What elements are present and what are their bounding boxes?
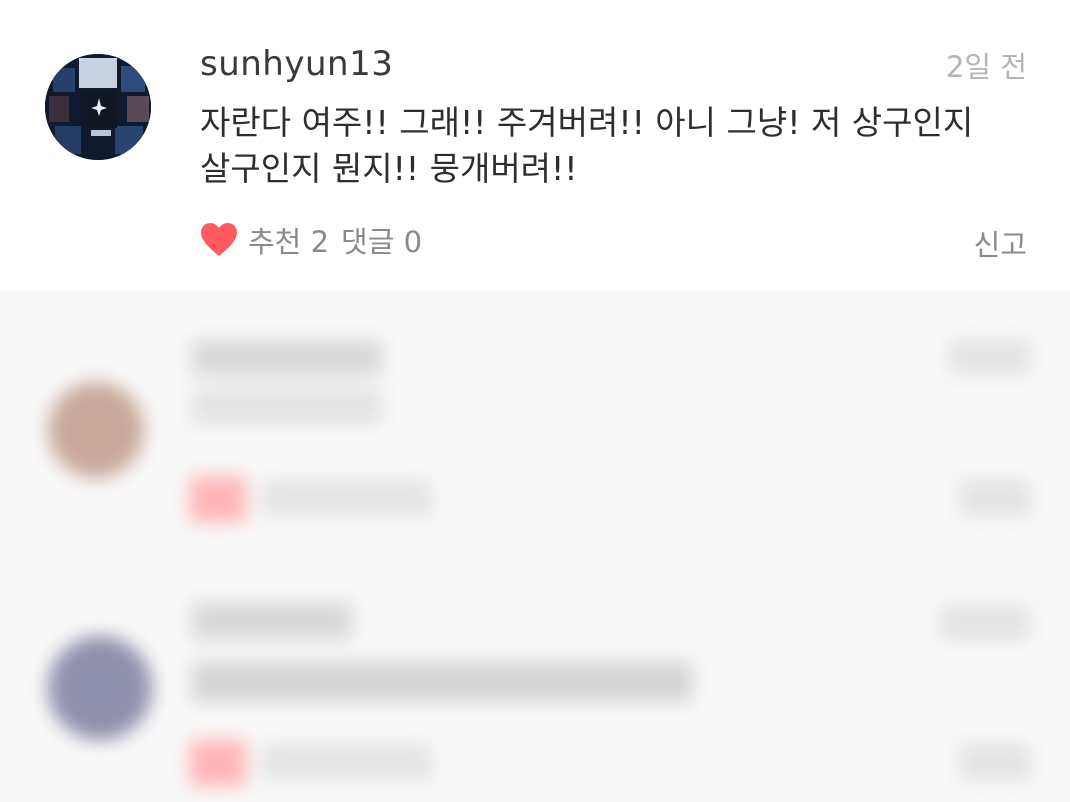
blurred-username <box>192 340 382 376</box>
blurred-heart <box>190 476 246 522</box>
blurred-content <box>0 290 1070 802</box>
blurred-timestamp <box>940 606 1030 640</box>
avatar-image <box>45 54 151 160</box>
comment-item: sunhyun13 2일 전 자란다 여주!! 그래!! 주겨버려!! 아니 그… <box>0 0 1070 290</box>
blurred-report <box>960 744 1030 780</box>
blurred-report <box>960 480 1030 516</box>
timestamp: 2일 전 <box>945 50 1027 84</box>
blurred-meta <box>262 744 432 780</box>
like-count[interactable]: 추천 2 <box>248 219 329 261</box>
blurred-timestamp <box>950 340 1030 374</box>
report-button[interactable]: 신고 <box>974 222 1027 264</box>
blurred-text-line <box>192 662 692 702</box>
blurred-meta <box>262 480 432 516</box>
blurred-username <box>192 602 352 640</box>
blurred-heart <box>190 740 246 786</box>
blurred-avatar <box>48 636 152 740</box>
blurred-text-line <box>192 390 382 424</box>
blurred-comments <box>0 290 1070 802</box>
comment-list-screen: sunhyun13 2일 전 자란다 여주!! 그래!! 주겨버려!! 아니 그… <box>0 0 1070 802</box>
reply-count[interactable]: 댓글 0 <box>341 219 422 261</box>
avatar[interactable] <box>45 54 151 160</box>
username[interactable]: sunhyun13 <box>200 44 393 84</box>
comment-text: 자란다 여주!! 그래!! 주겨버려!! 아니 그냥! 저 상구인지 살구인지 … <box>200 103 974 188</box>
comment-actions: 추천 2 댓글 0 <box>200 218 434 262</box>
heart-icon[interactable] <box>200 222 238 258</box>
blurred-avatar <box>48 382 144 478</box>
